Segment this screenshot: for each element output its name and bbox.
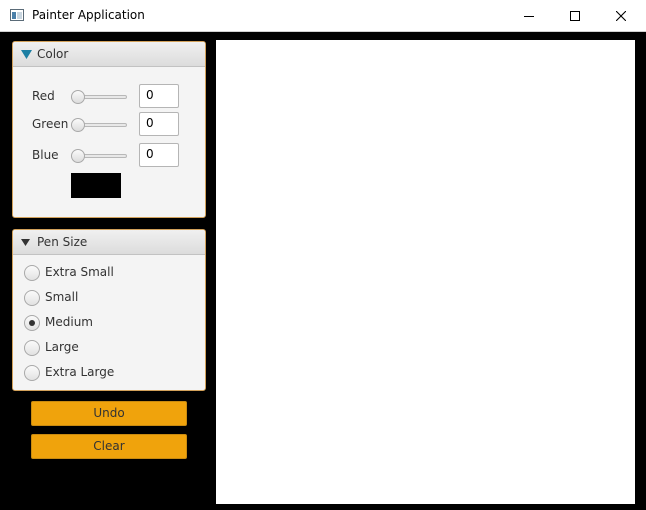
radio-button[interactable]	[24, 315, 40, 331]
window-title-bar: Painter Application	[0, 0, 646, 32]
undo-button[interactable]: Undo	[31, 401, 187, 426]
radio-label: Extra Large	[45, 365, 115, 379]
clear-button[interactable]: Clear	[31, 434, 187, 459]
blue-label: Blue	[32, 148, 59, 162]
red-label: Red	[32, 89, 55, 103]
color-pane-header[interactable]: Color	[13, 42, 205, 67]
red-value-field[interactable]: 0	[139, 84, 179, 108]
slider-thumb[interactable]	[71, 118, 85, 132]
radio-selected-dot	[29, 320, 35, 326]
minimize-icon	[524, 16, 534, 17]
window-title: Painter Application	[32, 8, 145, 22]
pen-size-pane-title: Pen Size	[37, 235, 88, 249]
radio-label: Medium	[45, 315, 93, 329]
radio-button[interactable]	[24, 340, 40, 356]
red-slider[interactable]	[71, 89, 127, 105]
pen-size-pane-header[interactable]: Pen Size	[13, 230, 205, 255]
app-window-icon	[10, 9, 24, 21]
color-preview-swatch	[71, 173, 121, 198]
slider-thumb[interactable]	[71, 149, 85, 163]
blue-value-field[interactable]: 0	[139, 143, 179, 167]
triangle-down-icon	[21, 239, 30, 246]
radio-button[interactable]	[24, 290, 40, 306]
maximize-icon	[570, 11, 580, 21]
color-pane-title: Color	[37, 47, 69, 61]
blue-slider[interactable]	[71, 148, 127, 164]
minimize-button[interactable]	[506, 0, 552, 32]
radio-button[interactable]	[24, 265, 40, 281]
slider-thumb[interactable]	[71, 90, 85, 104]
radio-button[interactable]	[24, 365, 40, 381]
drawing-canvas[interactable]	[216, 40, 635, 504]
triangle-down-icon	[21, 50, 32, 59]
pen-size-pane: Pen Size Extra Small Small Medium Large Extr…	[12, 229, 206, 391]
radio-label: Large	[45, 340, 79, 354]
close-button[interactable]	[598, 0, 644, 32]
radio-label: Small	[45, 290, 79, 304]
close-icon	[616, 11, 626, 21]
radio-label: Extra Small	[45, 265, 114, 279]
green-label: Green	[32, 117, 69, 131]
color-pane: Color Red 0 Green 0 Blue 0	[12, 41, 206, 218]
green-value-field[interactable]: 0	[139, 112, 179, 136]
maximize-button[interactable]	[552, 0, 598, 32]
green-slider[interactable]	[71, 117, 127, 133]
